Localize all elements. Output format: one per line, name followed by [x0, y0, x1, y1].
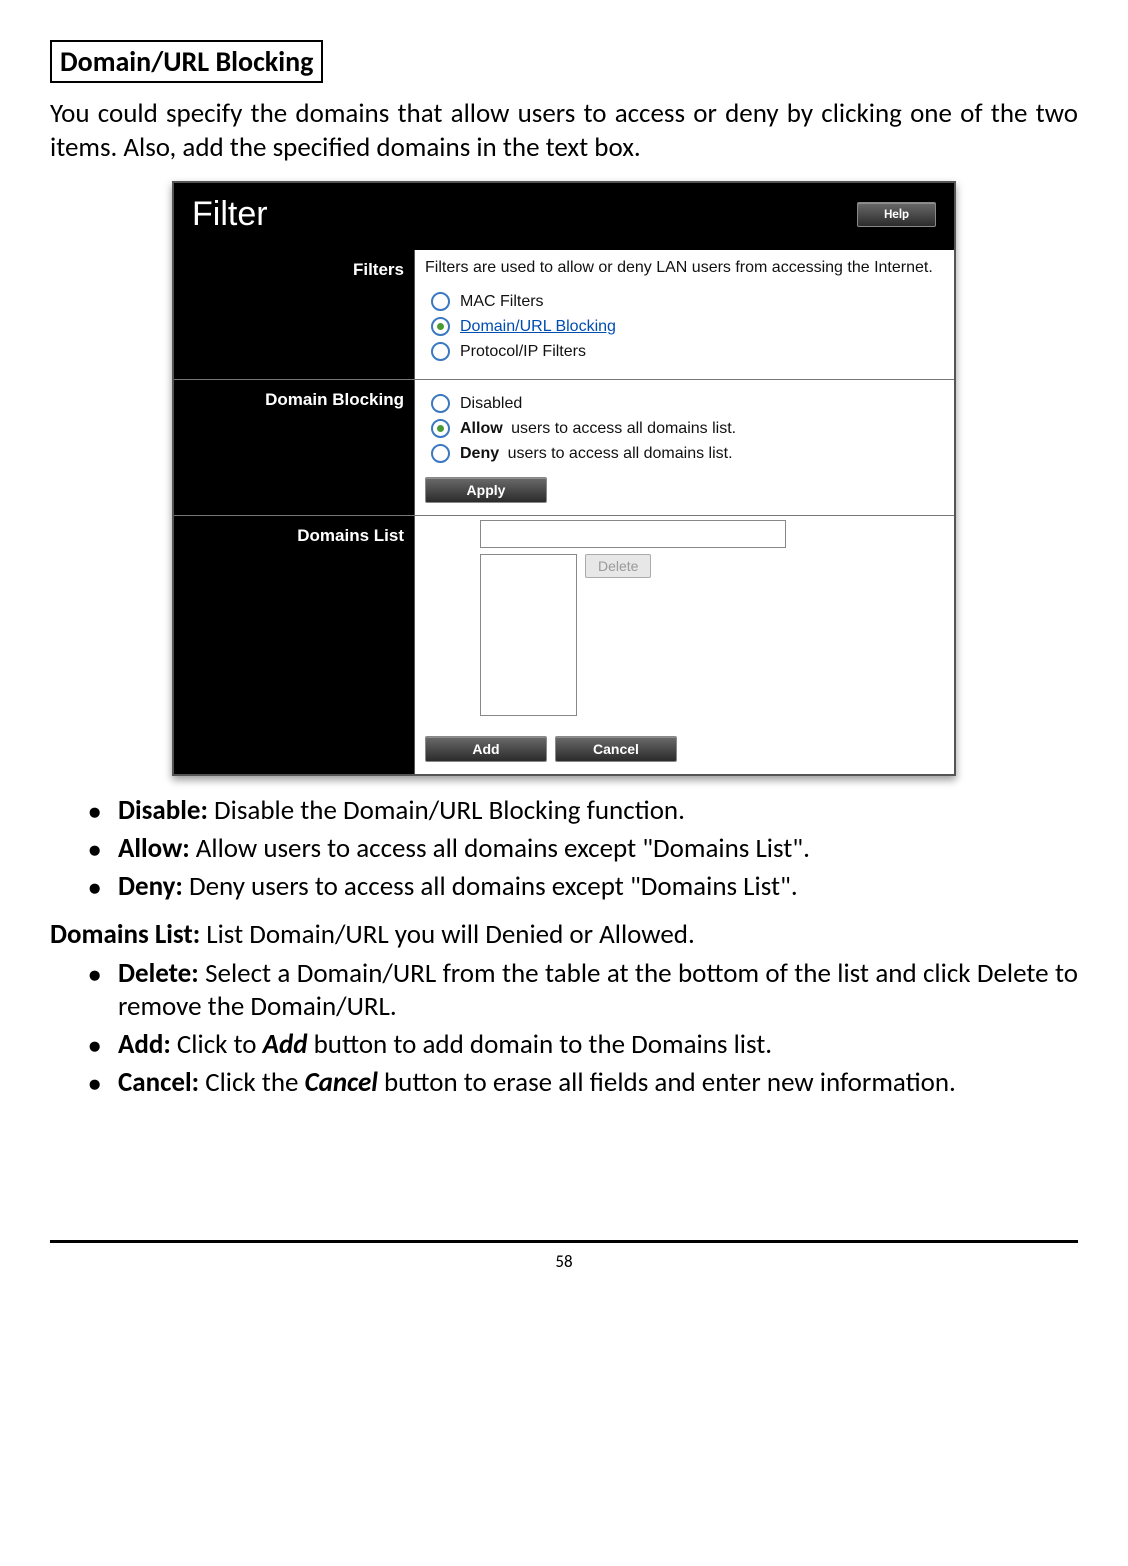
section-heading: Domain/URL Blocking — [50, 40, 323, 83]
domain-blocking-row-label: Domain Blocking — [174, 380, 415, 515]
radio-allow-icon[interactable] — [431, 419, 450, 438]
radio-allow-bold: Allow — [460, 420, 503, 437]
radio-deny-rest: users to access all domains list. — [503, 445, 732, 462]
bullet-deny: Deny: Deny users to access all domains e… — [88, 870, 1078, 904]
apply-button[interactable]: Apply — [425, 477, 547, 503]
add-button[interactable]: Add — [425, 736, 547, 762]
radio-allow-rest: users to access all domains list. — [507, 420, 736, 437]
delete-button[interactable]: Delete — [585, 554, 651, 578]
bullet-add: Add: Click to Add button to add domain t… — [88, 1028, 1078, 1062]
intro-paragraph: You could specify the domains that allow… — [50, 97, 1078, 165]
filters-description: Filters are used to allow or deny LAN us… — [425, 258, 944, 279]
radio-protocol-filters-label: Protocol/IP Filters — [460, 343, 586, 361]
page-number: 58 — [50, 1251, 1078, 1272]
radio-deny-bold: Deny — [460, 445, 499, 462]
radio-domain-blocking-icon[interactable] — [431, 317, 450, 336]
radio-disabled-label: Disabled — [460, 395, 522, 413]
radio-deny-icon[interactable] — [431, 444, 450, 463]
help-button[interactable]: Help — [857, 202, 936, 227]
domain-input[interactable] — [480, 520, 786, 548]
filters-row-label: Filters — [174, 250, 415, 380]
bullet-allow: Allow: Allow users to access all domains… — [88, 832, 1078, 866]
radio-mac-filters-icon[interactable] — [431, 292, 450, 311]
bullet-cancel: Cancel: Click the Cancel button to erase… — [88, 1066, 1078, 1100]
filter-screenshot: Filter Help Filters Filters are used to … — [172, 181, 956, 777]
domains-list-row-label: Domains List — [174, 516, 415, 774]
domains-list-subhead: Domains List: List Domain/URL you will D… — [50, 918, 1078, 951]
panel-title: Filter — [192, 195, 268, 234]
radio-mac-filters-label: MAC Filters — [460, 293, 544, 311]
footer-rule — [50, 1240, 1078, 1243]
domain-listbox[interactable] — [480, 554, 577, 716]
definition-list-2: Delete: Select a Domain/URL from the tab… — [50, 957, 1078, 1100]
radio-protocol-filters-icon[interactable] — [431, 342, 450, 361]
cancel-button[interactable]: Cancel — [555, 736, 677, 762]
definition-list-1: Disable: Disable the Domain/URL Blocking… — [50, 794, 1078, 903]
bullet-delete: Delete: Select a Domain/URL from the tab… — [88, 957, 1078, 1025]
bullet-disable: Disable: Disable the Domain/URL Blocking… — [88, 794, 1078, 828]
radio-disabled-icon[interactable] — [431, 394, 450, 413]
radio-domain-blocking-link[interactable]: Domain/URL Blocking — [460, 318, 616, 336]
